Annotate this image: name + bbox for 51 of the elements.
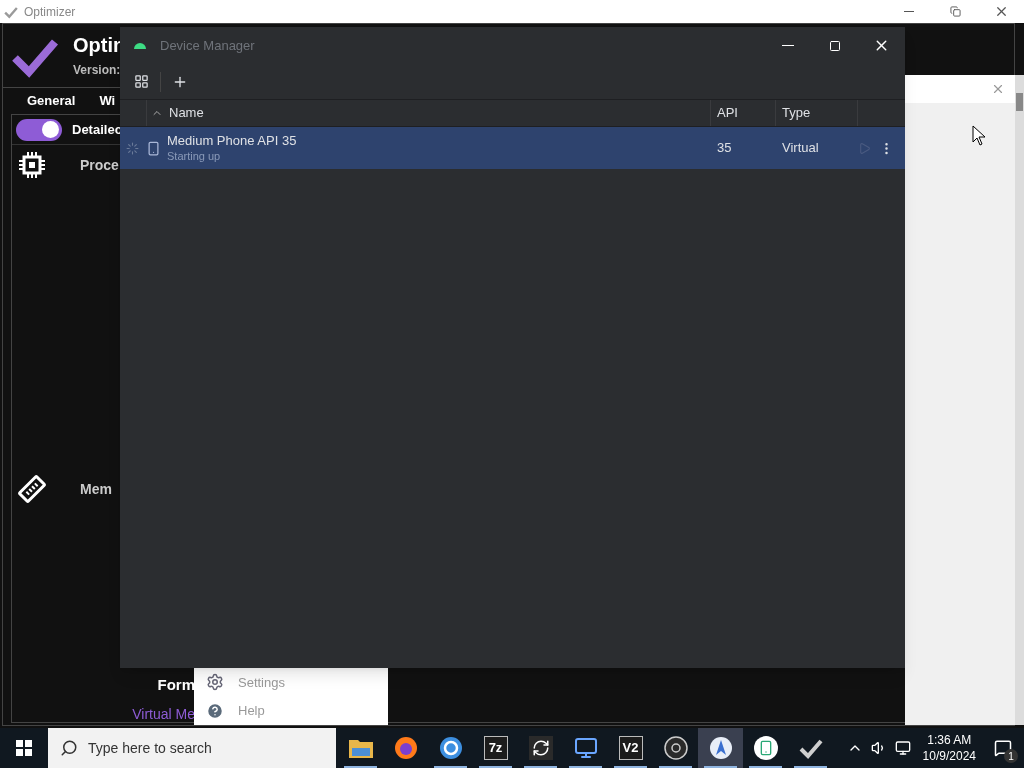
- device-grid-button[interactable]: [132, 72, 150, 91]
- clock[interactable]: 1:36 AM 10/9/2024: [918, 732, 980, 764]
- chip-icon: [18, 151, 46, 179]
- notification-count: 1: [1004, 749, 1018, 763]
- folder-icon: [348, 738, 373, 758]
- toggle-switch[interactable]: [16, 118, 62, 141]
- virtual-memory-link[interactable]: Virtual Me: [132, 706, 195, 722]
- minimize-icon: [904, 11, 914, 12]
- compass-icon: [708, 736, 733, 760]
- taskbar-app[interactable]: 7z: [473, 728, 518, 768]
- app-logo: 7z: [483, 736, 508, 760]
- column-header[interactable]: API: [710, 100, 775, 126]
- minimize-icon: [781, 44, 794, 47]
- taskbar-app[interactable]: V2: [608, 728, 653, 768]
- restore-icon: [949, 6, 961, 17]
- windows-icon: [16, 740, 32, 756]
- computer-icon: [573, 736, 598, 760]
- firefox-icon: [393, 736, 418, 760]
- version-label: Version:: [73, 61, 122, 79]
- memory-icon: [18, 475, 46, 503]
- device-status: Starting up: [167, 149, 222, 163]
- browser-icon: [438, 736, 463, 760]
- record-icon: [663, 736, 688, 760]
- search-field[interactable]: Type here to search: [48, 728, 336, 768]
- app-logo: V2: [618, 736, 643, 760]
- sync-icon: [528, 736, 553, 760]
- network-icon[interactable]: [894, 740, 911, 756]
- device-type: Virtual: [781, 139, 820, 158]
- device-name: Medium Phone API 35: [167, 133, 298, 149]
- mouse-cursor-icon: [972, 125, 986, 146]
- close-icon[interactable]: [991, 82, 1005, 96]
- column-header[interactable]: Name: [146, 100, 710, 126]
- window-title: Device Manager: [160, 36, 255, 55]
- toggle-label: Detailec: [72, 120, 122, 139]
- section-title: Proce: [80, 156, 119, 175]
- search-icon: [60, 739, 78, 757]
- section-title: Form: [157, 674, 195, 695]
- taskbar-app[interactable]: [698, 728, 743, 768]
- tab[interactable]: Wi: [99, 91, 116, 111]
- phone-app-icon: [753, 736, 778, 760]
- window-title: Optimizer: [24, 3, 76, 21]
- section-title: Mem: [80, 480, 112, 499]
- phone-icon: [146, 140, 161, 156]
- tab[interactable]: General: [27, 91, 76, 111]
- loading-icon: [126, 141, 139, 155]
- device-row[interactable]: Medium Phone API 35 Starting up 35 Virtual: [120, 127, 905, 169]
- maximize-icon: [828, 39, 841, 52]
- help-icon: [206, 701, 224, 720]
- settings-icon: [206, 673, 224, 692]
- column-header[interactable]: Type: [775, 100, 857, 126]
- api-level: 35: [716, 139, 733, 158]
